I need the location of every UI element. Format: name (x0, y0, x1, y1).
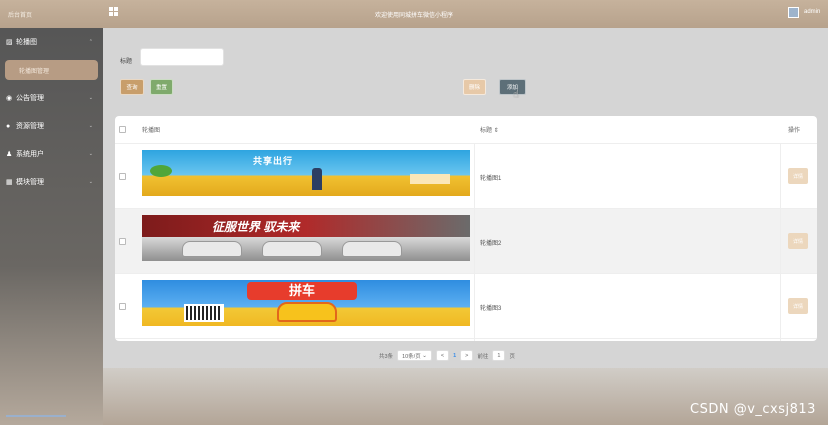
query-button[interactable]: 查询 (120, 79, 144, 95)
sidebar-item-notice[interactable]: ◉ 公告管理 ⌄ (0, 84, 103, 112)
table-row: 共享出行 轮播图1 详情 (115, 144, 817, 209)
banner-text: 征服世界 驭未来 (212, 220, 300, 234)
page-number-current[interactable]: 1 (453, 353, 456, 359)
chevron-down-icon: ⌄ (88, 151, 93, 157)
chevron-down-icon: ⌄ (422, 352, 427, 359)
image-icon: ▨ (6, 39, 13, 46)
row-checkbox[interactable] (119, 303, 126, 310)
avatar[interactable] (788, 7, 799, 18)
header-image: 轮播图 (142, 128, 161, 134)
sidebar-item-modules[interactable]: ▦ 模块管理 ⌄ (0, 168, 103, 196)
page-suffix: 页 (509, 353, 515, 360)
search-title-input[interactable] (140, 48, 224, 66)
row-title: 轮播图2 (480, 241, 502, 247)
chevron-down-icon: ⌄ (88, 95, 93, 101)
user-icon: ♟ (6, 151, 13, 158)
goto-label: 前往 (477, 353, 489, 360)
sidebar-item-carousel[interactable]: ▨ 轮播图 ⌃ (0, 28, 103, 56)
watermark: CSDN @v_cxsj813 (690, 402, 816, 417)
sidebar-item-label: 模块管理 (16, 179, 44, 186)
sidebar-subitem-carousel-manage[interactable]: 轮播图管理 (5, 60, 98, 80)
table-row: 拼车 轮播图3 详情 (115, 274, 817, 339)
search-label: 标题 (120, 59, 133, 65)
banner-text: 共享出行 (252, 156, 293, 166)
chevron-down-icon: ⌄ (88, 179, 93, 185)
sidebar-item-label: 公告管理 (16, 95, 44, 102)
banner-image: 共享出行 (142, 150, 470, 196)
banner-image: 拼车 (142, 280, 470, 326)
reset-button[interactable]: 重置 (150, 79, 173, 95)
select-all-checkbox[interactable] (119, 126, 126, 133)
sidebar-item-label: 资源管理 (16, 123, 44, 130)
sidebar-item-users[interactable]: ♟ 系统用户 ⌄ (0, 140, 103, 168)
pagination: 共3条 10条/页 ⌄ < 1 > 前往 1 页 (379, 350, 515, 361)
main-content: 标题 查询 重置 删除 添加 ☝ 轮播图 标题 ⇕ 操作 共享出行 轮播图1 详… (103, 28, 828, 425)
row-checkbox[interactable] (119, 173, 126, 180)
table-header: 轮播图 标题 ⇕ 操作 (115, 116, 817, 144)
chevron-down-icon: ⌄ (88, 123, 93, 129)
top-bar: 后台首页 欢迎使用同城拼车微信小程序 admin (0, 0, 828, 28)
row-title: 轮播图1 (480, 176, 502, 182)
chevron-up-icon: ⌃ (88, 39, 93, 45)
table-row: 征服世界 驭未来 轮播图2 详情 (115, 209, 817, 274)
total-count: 共3条 (379, 353, 394, 360)
next-page-button[interactable]: > (460, 350, 474, 361)
goto-page-input[interactable]: 1 (492, 350, 506, 361)
sidebar-item-label: 系统用户 (16, 151, 44, 158)
banner-text: 拼车 (247, 282, 357, 300)
prev-page-button[interactable]: < (435, 350, 450, 361)
row-checkbox[interactable] (119, 238, 126, 245)
header-operation: 操作 (788, 128, 801, 134)
header-title-sortable[interactable]: 标题 ⇕ (480, 125, 499, 134)
banner-image: 征服世界 驭未来 (142, 215, 470, 261)
username[interactable]: admin (804, 9, 820, 15)
row-title: 轮播图3 (480, 306, 502, 312)
carousel-table: 轮播图 标题 ⇕ 操作 共享出行 轮播图1 详情 征服世界 驭未来 轮播图2 详… (115, 116, 817, 341)
notice-icon: ◉ (6, 95, 13, 102)
delete-button[interactable]: 删除 (463, 79, 486, 95)
resource-icon: ● (6, 122, 11, 130)
detail-button[interactable]: 详情 (788, 168, 808, 184)
sidebar: ▨ 轮播图 ⌃ 轮播图管理 ◉ 公告管理 ⌄ ● 资源管理 ⌄ ♟ 系统用户 ⌄… (0, 28, 103, 425)
sidebar-scroll-indicator (6, 415, 66, 417)
hand-cursor-icon: ☝ (513, 89, 520, 100)
sidebar-item-resource[interactable]: ● 资源管理 ⌄ (0, 112, 103, 140)
sidebar-item-label: 轮播图 (16, 39, 37, 46)
detail-button[interactable]: 详情 (788, 298, 808, 314)
page-size-select[interactable]: 10条/页 ⌄ (397, 350, 432, 361)
module-icon: ▦ (6, 179, 13, 186)
app-title: 欢迎使用同城拼车微信小程序 (374, 13, 453, 19)
detail-button[interactable]: 详情 (788, 233, 808, 249)
